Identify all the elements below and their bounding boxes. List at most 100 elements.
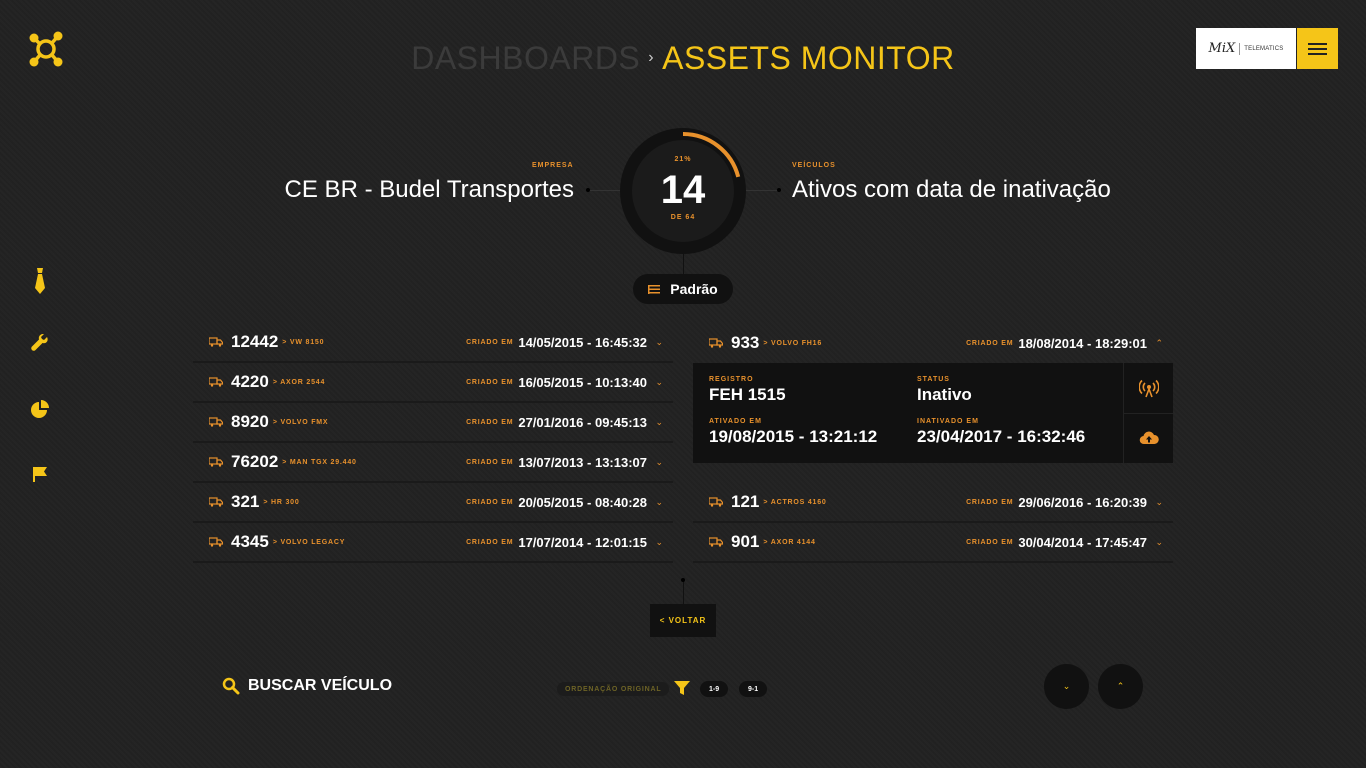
upload-button[interactable] [1124, 412, 1173, 464]
vehicle-row[interactable]: 8920 > VOLVO FMX CRIADO EM 27/01/2016 - 09:… [193, 403, 673, 443]
vehicle-row[interactable]: 901 > AXOR 4144 CRIADO EM 30/04/2014 - 17:4… [693, 523, 1173, 563]
vehicle-row[interactable]: 121 > ACTROS 4160 CRIADO EM 29/06/2016 - 16… [693, 483, 1173, 523]
nav-item-maintenance[interactable] [28, 334, 52, 400]
vehicles-description: Ativos com data de inativação [792, 176, 1111, 203]
wrench-icon [31, 334, 48, 351]
vehicle-detail-panel: REGISTRO FEH 1515 STATUS Inativo ATIVADO… [693, 363, 1173, 463]
scroll-up-button[interactable]: ⌃ [1098, 664, 1143, 709]
vehicle-row[interactable]: 321 > HR 300 CRIADO EM 20/05/2015 - 08:40:2… [193, 483, 673, 523]
search-vehicle-button[interactable]: BUSCAR VEÍCULO [222, 677, 392, 695]
sort-original-button[interactable]: ORDENAÇÃO ORIGINAL [557, 682, 670, 696]
gauge-percent: 21% [674, 156, 692, 163]
side-nav [28, 268, 52, 532]
created-date: 14/05/2015 - 16:45:32 [518, 334, 647, 350]
vehicle-number: 8920 [231, 412, 269, 431]
chevron-up-icon[interactable]: ⌃ [1155, 338, 1163, 349]
vehicle-model: > HR 300 [263, 498, 300, 506]
created-date: 18/08/2014 - 18:29:01 [1018, 335, 1147, 351]
page-title: DASHBOARDS › ASSETS MONITOR [0, 40, 1366, 77]
truck-icon [209, 497, 223, 507]
created-label: CRIADO EM [466, 338, 514, 346]
detail-ativado: ATIVADO EM 19/08/2015 - 13:21:12 [709, 418, 878, 446]
tie-icon [35, 268, 45, 294]
vehicle-number: 321 [231, 492, 260, 511]
chevron-down-icon[interactable]: ⌄ [655, 497, 663, 508]
breadcrumb-dashboards[interactable]: DASHBOARDS [411, 40, 640, 76]
nav-item-tie[interactable] [28, 268, 52, 334]
chevron-down-icon[interactable]: ⌄ [1155, 537, 1163, 548]
created-date: 29/06/2016 - 16:20:39 [1018, 494, 1147, 510]
vehicle-row-expanded[interactable]: 933 > VOLVO FH16 CRIADO EM 18/08/2014 - … [693, 323, 1173, 363]
brand-divider [1239, 42, 1241, 55]
breadcrumb-separator: › [648, 49, 655, 66]
vehicle-model: > AXOR 2544 [272, 378, 326, 386]
vehicle-number: 933 [731, 333, 760, 352]
truck-icon [209, 457, 223, 467]
created-label: CRIADO EM [966, 498, 1014, 506]
vehicle-row[interactable]: 4345 > VOLVO LEGACY CRIADO EM 17/07/2014 - … [193, 523, 673, 563]
antenna-icon [1138, 379, 1159, 398]
brand-mix: MiX [1208, 41, 1236, 56]
vehicle-number: 121 [731, 492, 760, 511]
vehicle-model: > AXOR 4144 [763, 538, 816, 546]
nav-item-reports[interactable] [28, 400, 52, 466]
vehicle-list-right: 933 > VOLVO FH16 CRIADO EM 18/08/2014 - … [693, 323, 1173, 563]
vehicle-number: 12442 [231, 332, 279, 351]
filter-icon[interactable] [674, 680, 690, 696]
vehicle-model: > VOLVO FMX [272, 418, 329, 426]
truck-icon [209, 417, 223, 427]
created-label: CRIADO EM [966, 538, 1014, 546]
gauge-total: DE 64 [670, 214, 696, 221]
chevron-down-icon[interactable]: ⌄ [1155, 497, 1163, 508]
created-date: 17/07/2014 - 12:01:15 [518, 534, 647, 550]
brand-telematics: TELEMATICS [1244, 45, 1284, 52]
vehicles-label: VEÍCULOS [792, 162, 836, 169]
preset-label: Padrão [670, 281, 718, 297]
truck-icon [709, 537, 723, 547]
vehicle-number: 901 [731, 532, 760, 551]
created-label: CRIADO EM [466, 378, 514, 386]
sort-asc-button[interactable]: 1-9 [700, 681, 729, 697]
breadcrumb-current: ASSETS MONITOR [662, 40, 955, 76]
chevron-down-icon[interactable]: ⌄ [655, 457, 663, 468]
company-name: CE BR - Budel Transportes [284, 176, 574, 203]
created-label: CRIADO EM [466, 498, 514, 506]
vehicle-row[interactable]: 4220 > AXOR 2544 CRIADO EM 16/05/2015 - 10:… [193, 363, 673, 403]
back-button[interactable]: < VOLTAR [650, 604, 716, 637]
created-label: CRIADO EM [466, 538, 514, 546]
vehicle-row[interactable]: 76202 > MAN TGX 29.440 CRIADO EM 13/07/2013… [193, 443, 673, 483]
vehicle-model: > VOLVO LEGACY [272, 538, 346, 546]
gauge-value: 14 [660, 168, 706, 212]
truck-icon [209, 537, 223, 547]
created-date: 13/07/2013 - 13:13:07 [518, 454, 647, 470]
search-icon [222, 677, 240, 695]
vehicle-number: 76202 [231, 452, 279, 471]
tracking-button[interactable] [1124, 363, 1173, 413]
chevron-down-icon[interactable]: ⌄ [655, 377, 663, 388]
scroll-down-button[interactable]: ⌄ [1044, 664, 1089, 709]
search-label: BUSCAR VEÍCULO [248, 677, 393, 694]
truck-icon [209, 377, 223, 387]
chevron-down-icon[interactable]: ⌄ [655, 337, 663, 348]
created-label: CRIADO EM [966, 339, 1014, 347]
vehicle-model: > MAN TGX 29.440 [282, 458, 357, 466]
vehicle-number: 4220 [231, 372, 269, 391]
created-label: CRIADO EM [466, 458, 514, 466]
vehicle-model: > VW 8150 [282, 338, 325, 346]
detail-inativado: INATIVADO EM 23/04/2017 - 16:32:46 [917, 418, 1086, 446]
truck-icon [709, 338, 723, 348]
list-icon [648, 284, 661, 294]
menu-button[interactable] [1297, 28, 1338, 69]
vehicle-model: > ACTROS 4160 [763, 498, 827, 506]
preset-button[interactable]: Padrão [633, 274, 733, 304]
company-label: EMPRESA [532, 162, 574, 169]
vehicle-row[interactable]: 12442 > VW 8150 CRIADO EM 14/05/2015 - 16:4… [193, 323, 673, 363]
nav-item-flags[interactable] [28, 466, 52, 532]
vehicle-list-left: 12442 > VW 8150 CRIADO EM 14/05/2015 - 16:4… [193, 323, 673, 563]
sort-desc-button[interactable]: 9-1 [739, 681, 768, 697]
created-label: CRIADO EM [466, 418, 514, 426]
chevron-down-icon[interactable]: ⌄ [655, 417, 663, 428]
chevron-down-icon[interactable]: ⌄ [655, 537, 663, 548]
menu-icon [1308, 42, 1327, 45]
connector-right [745, 190, 779, 191]
